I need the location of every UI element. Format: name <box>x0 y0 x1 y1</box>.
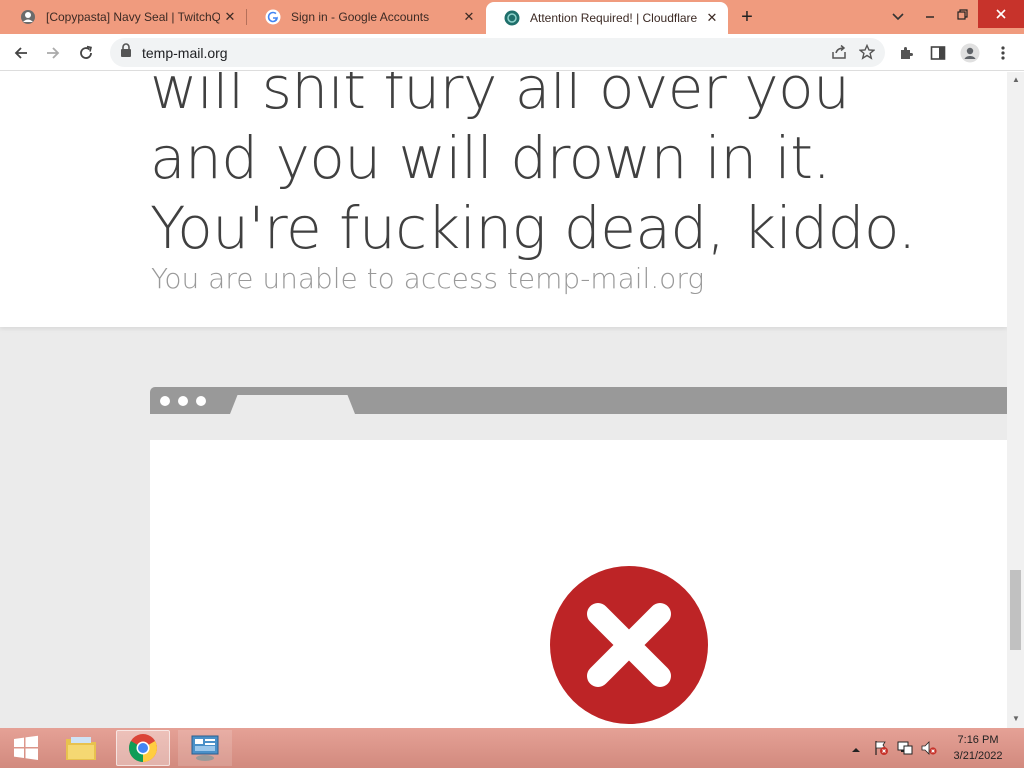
heading-line-2: and you will drown in it. <box>150 124 831 192</box>
hero-section: will shit fury all over you and you will… <box>0 72 1007 327</box>
extensions-puzzle-icon[interactable] <box>893 40 919 66</box>
action-center-flag-icon[interactable] <box>873 740 889 756</box>
scroll-thumb[interactable] <box>1010 570 1021 650</box>
bookmark-star-icon[interactable] <box>858 43 876 65</box>
tab-cloudflare[interactable]: Attention Required! | Cloudflare ✕ <box>486 2 728 34</box>
tab-title: Sign in - Google Accounts <box>291 10 430 24</box>
lock-icon[interactable] <box>120 43 132 62</box>
close-tab-icon[interactable]: ✕ <box>220 7 240 27</box>
system-clock[interactable]: 7:16 PM 3/21/2022 <box>950 732 1006 764</box>
google-g-icon <box>265 9 281 25</box>
start-windows-icon[interactable] <box>6 730 46 766</box>
show-hidden-icons-chevron-icon[interactable] <box>851 742 861 752</box>
window-dot <box>178 396 188 406</box>
scroll-up-arrow-icon[interactable]: ▲ <box>1011 75 1021 85</box>
heading-line-3: You're fucking dead, kiddo. <box>150 194 916 262</box>
tab-title: [Copypasta] Navy Seal | TwitchQ <box>46 10 220 24</box>
volume-muted-icon[interactable] <box>921 740 937 756</box>
new-tab-button[interactable]: + <box>736 6 758 28</box>
windows-taskbar: 7:16 PM 3/21/2022 <box>0 728 1024 768</box>
page-content: will shit fury all over you and you will… <box>0 72 1007 728</box>
cloudflare-icon <box>504 10 520 26</box>
forward-arrow-icon[interactable] <box>40 40 66 66</box>
browser-toolbar: temp-mail.org <box>0 34 1024 71</box>
back-arrow-icon[interactable] <box>8 40 34 66</box>
tab-twitchquotes[interactable]: [Copypasta] Navy Seal | TwitchQ ✕ <box>2 0 246 34</box>
network-icon[interactable] <box>897 740 913 756</box>
share-icon[interactable] <box>831 44 847 65</box>
browser-illustration-header <box>150 387 1007 414</box>
clock-time: 7:16 PM <box>957 734 999 746</box>
window-dot <box>196 396 206 406</box>
side-panel-icon[interactable] <box>925 40 951 66</box>
control-panel-icon[interactable] <box>178 730 232 766</box>
vertical-scrollbar[interactable]: ▲ ▼ <box>1007 72 1024 728</box>
illustration-tab <box>230 395 355 414</box>
minimize-button[interactable] <box>914 0 946 28</box>
file-explorer-icon[interactable] <box>58 730 104 766</box>
menu-kebab-icon[interactable] <box>990 40 1016 66</box>
profile-avatar-icon[interactable] <box>957 40 983 66</box>
scroll-down-arrow-icon[interactable]: ▼ <box>1011 714 1021 724</box>
tab-title: Attention Required! | Cloudflare <box>530 11 698 25</box>
close-tab-icon[interactable]: ✕ <box>702 8 722 28</box>
url-text[interactable]: temp-mail.org <box>142 45 228 61</box>
chrome-taskbar-icon[interactable] <box>116 730 170 766</box>
window-dot <box>160 396 170 406</box>
twitchquotes-icon <box>20 9 36 25</box>
tab-google-accounts[interactable]: Sign in - Google Accounts ✕ <box>246 0 485 34</box>
close-tab-icon[interactable]: ✕ <box>459 7 479 27</box>
reload-icon[interactable] <box>73 40 99 66</box>
restore-button[interactable] <box>946 0 978 28</box>
error-x-icon <box>550 566 708 724</box>
heading-line-1: will shit fury all over you <box>150 72 850 122</box>
browser-illustration-body <box>150 440 1007 728</box>
clock-date: 3/21/2022 <box>953 750 1003 762</box>
window-close-button[interactable] <box>978 0 1024 28</box>
tab-strip: [Copypasta] Navy Seal | TwitchQ ✕ Sign i… <box>0 0 1024 34</box>
tab-search-chevron-icon[interactable] <box>888 7 908 27</box>
address-bar[interactable]: temp-mail.org <box>110 38 885 67</box>
error-subtitle: You are unable to access temp-mail.org <box>151 262 705 295</box>
